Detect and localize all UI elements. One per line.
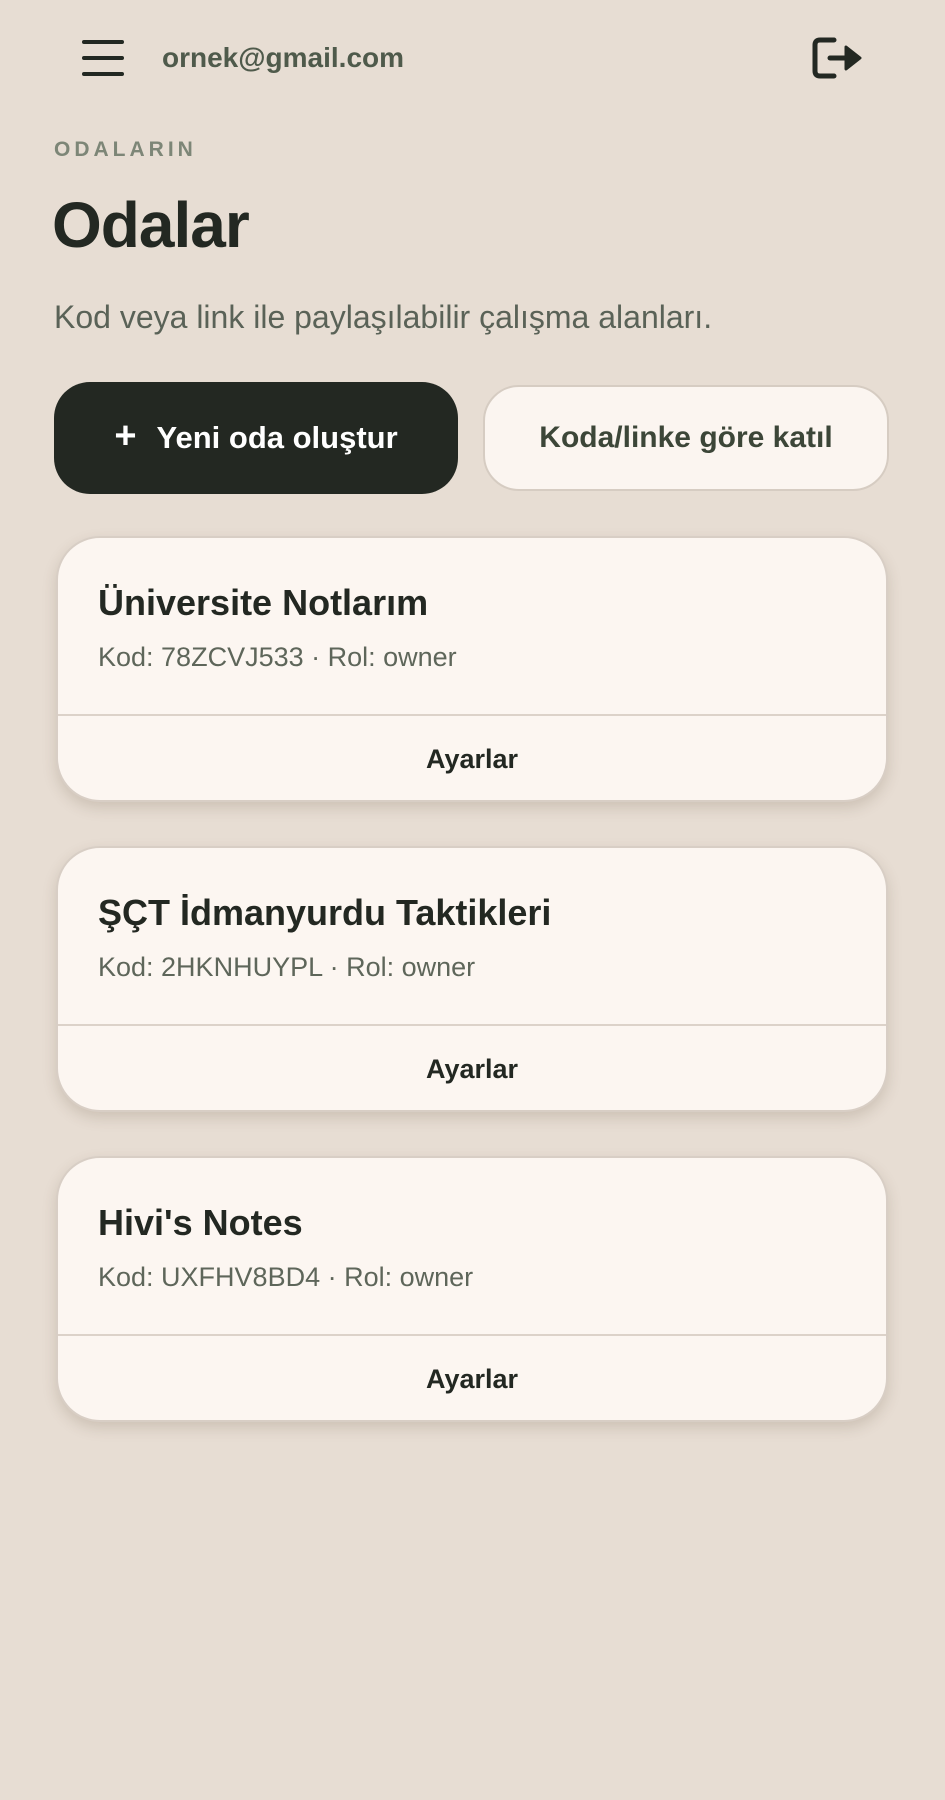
join-room-label: Koda/linke göre katıl — [539, 421, 833, 454]
room-settings-button[interactable]: Ayarlar — [58, 716, 886, 800]
plus-icon: + — [114, 415, 137, 457]
room-meta: Kod: UXFHV8BD4 · Rol: owner — [98, 1262, 474, 1292]
room-card[interactable]: Üniversite Notlarım Kod: 78ZCVJ533 · Rol… — [56, 536, 888, 802]
top-bar: ornek@gmail.com — [0, 0, 945, 120]
room-card[interactable]: Hivi's Notes Kod: UXFHV8BD4 · Rol: owner… — [56, 1156, 888, 1422]
room-settings-button[interactable]: Ayarlar — [58, 1026, 886, 1110]
room-name: ŞÇT İdmanyurdu Taktikleri — [98, 892, 552, 933]
room-name: Hivi's Notes — [98, 1202, 303, 1243]
page-title: Odalar — [52, 189, 250, 261]
create-room-button[interactable]: + Yeni oda oluştur — [54, 382, 458, 494]
menu-line — [82, 40, 124, 44]
menu-line — [82, 72, 124, 76]
user-email: ornek@gmail.com — [162, 42, 405, 73]
logout-icon[interactable] — [810, 34, 868, 82]
room-meta: Kod: 78ZCVJ533 · Rol: owner — [98, 642, 457, 672]
join-room-button[interactable]: Koda/linke göre katıl — [483, 385, 889, 491]
room-settings-button[interactable]: Ayarlar — [58, 1336, 886, 1420]
page-subtitle: Kod veya link ile paylaşılabilir çalışma… — [54, 299, 713, 335]
create-room-label: Yeni oda oluştur — [156, 420, 398, 455]
room-meta: Kod: 2HKNHUYPL · Rol: owner — [98, 952, 476, 982]
hamburger-menu-icon[interactable] — [80, 36, 126, 80]
section-eyebrow: ODALARIN — [54, 138, 197, 161]
room-name: Üniversite Notlarım — [98, 582, 429, 623]
menu-line — [82, 56, 124, 60]
room-card[interactable]: ŞÇT İdmanyurdu Taktikleri Kod: 2HKNHUYPL… — [56, 846, 888, 1112]
